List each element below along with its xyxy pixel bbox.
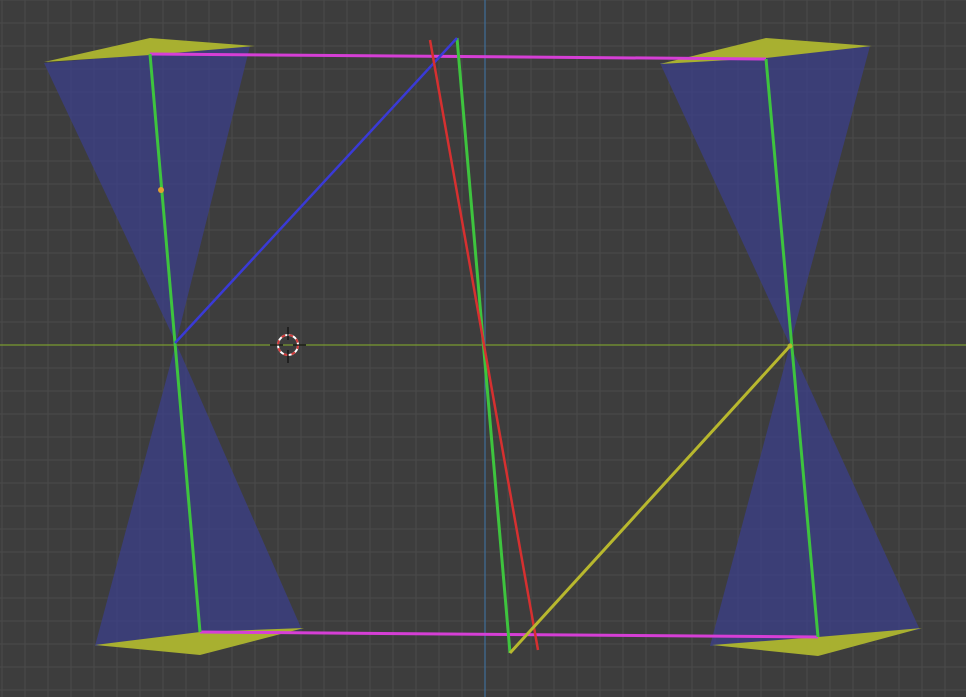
viewport-canvas[interactable]	[0, 0, 966, 697]
cone-left-upper[interactable]	[44, 46, 250, 343]
3d-viewport[interactable]	[0, 0, 966, 697]
selected-vertex[interactable]	[158, 187, 164, 193]
vertex-right-center[interactable]	[787, 343, 793, 349]
